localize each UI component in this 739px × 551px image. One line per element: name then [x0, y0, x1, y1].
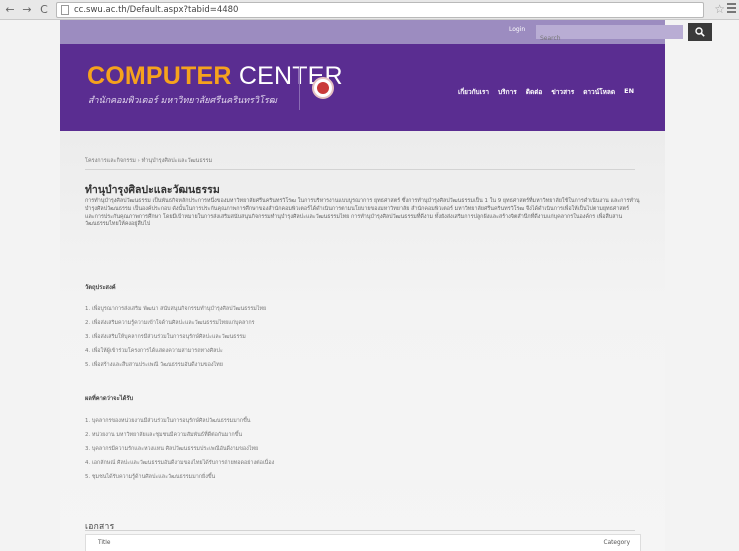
- list-item: 3. เพื่อส่งเสริมให้บุคลากรมีส่วนร่วมในกา…: [85, 334, 246, 340]
- list-item: 2. เพื่อส่งเสริมความรู้ความเข้าใจด้านศิล…: [85, 320, 255, 326]
- page-icon: [61, 5, 69, 15]
- divider: [85, 530, 635, 531]
- page-title: ทำนุบำรุงศิลปะและวัฒนธรรม: [85, 184, 220, 196]
- nav-item-english[interactable]: EN: [624, 87, 634, 97]
- results-list: 1. บุคลากรของหน่วยงานมีส่วนร่วมในการอนุร…: [85, 414, 274, 484]
- divider: [85, 169, 635, 170]
- forward-arrow-icon[interactable]: →: [20, 3, 34, 17]
- main-navigation: เกี่ยวกับเรา บริการ ติดต่อ ข่าวสาร ดาวน์…: [458, 87, 643, 97]
- list-item: 4. เพื่อให้ผู้เข้าร่วมโครงการได้แสดงความ…: [85, 348, 223, 354]
- search-icon: [695, 27, 705, 37]
- list-item: 5. ชุมชนได้รับความรู้ด้านศิลปะและวัฒนธรร…: [85, 474, 216, 480]
- list-item: 1. เพื่อบูรณาการส่งเสริม พัฒนา สนับสนุนก…: [85, 306, 267, 312]
- address-bar[interactable]: cc.swu.ac.th/Default.aspx?tabid=4480: [56, 2, 704, 18]
- list-item: 4. เอกลักษณ์ ศิลปะและวัฒนธรรมอันดีงามของ…: [85, 460, 275, 466]
- site-header: COMPUTER CENTER สำนักคอมพิวเตอร์ มหาวิทย…: [60, 44, 665, 131]
- breadcrumb[interactable]: โครงการและกิจกรรม › ทำนุบำรุงศิลปะและวัฒ…: [85, 157, 212, 165]
- list-item: 5. เพื่อสร้างและสืบสานประเพณี วัฒนธรรมอั…: [85, 362, 223, 368]
- objectives-heading: วัตถุประสงค์: [85, 285, 116, 291]
- logo-subtitle: สำนักคอมพิวเตอร์ มหาวิทยาลัยศรีนครินทรวิ…: [88, 96, 277, 106]
- documents-table: Title Category: [85, 534, 641, 551]
- intro-paragraph: การทำนุบำรุงศิลปวัฒนธรรม เป็นพันธกิจหลัก…: [85, 198, 640, 228]
- login-link[interactable]: Login: [509, 26, 525, 33]
- list-item: 3. บุคลากรมีความรักและหวงแหน ศิลปวัฒนธรร…: [85, 446, 259, 452]
- url-text: cc.swu.ac.th/Default.aspx?tabid=4480: [74, 5, 239, 15]
- search-button[interactable]: [688, 23, 712, 41]
- nav-item-about[interactable]: เกี่ยวกับเรา: [458, 87, 489, 97]
- nav-item-download[interactable]: ดาวน์โหลด: [583, 87, 615, 97]
- bookmark-star-icon[interactable]: ☆: [714, 2, 725, 16]
- list-item: 2. หน่วยงาน มหาวิทยาลัยและชุมชนมีความสัม…: [85, 432, 243, 438]
- results-heading: ผลที่คาดว่าจะได้รับ: [85, 396, 134, 402]
- utility-bar: Login: [60, 20, 712, 46]
- nav-item-news[interactable]: ข่าวสาร: [551, 87, 574, 97]
- list-item: 1. บุคลากรของหน่วยงานมีส่วนร่วมในการอนุร…: [85, 418, 251, 424]
- university-seal-icon: [312, 77, 334, 99]
- site-logo[interactable]: COMPUTER CENTER: [87, 62, 343, 91]
- column-header-category[interactable]: Category: [604, 540, 630, 546]
- logo-divider: [299, 66, 300, 110]
- logo-word-computer: COMPUTER: [87, 62, 232, 90]
- browser-menu-icon[interactable]: [727, 3, 736, 15]
- browser-toolbar: ← → C cc.swu.ac.th/Default.aspx?tabid=44…: [0, 0, 739, 20]
- nav-item-services[interactable]: บริการ: [498, 87, 517, 97]
- objectives-list: 1. เพื่อบูรณาการส่งเสริม พัฒนา สนับสนุนก…: [85, 302, 266, 372]
- reload-icon[interactable]: C: [37, 3, 51, 17]
- column-header-title[interactable]: Title: [98, 540, 110, 546]
- back-arrow-icon[interactable]: ←: [3, 3, 17, 17]
- nav-item-contact[interactable]: ติดต่อ: [526, 87, 543, 97]
- search-box: [536, 25, 683, 46]
- main-content: โครงการและกิจกรรม › ทำนุบำรุงศิลปะและวัฒ…: [60, 131, 665, 551]
